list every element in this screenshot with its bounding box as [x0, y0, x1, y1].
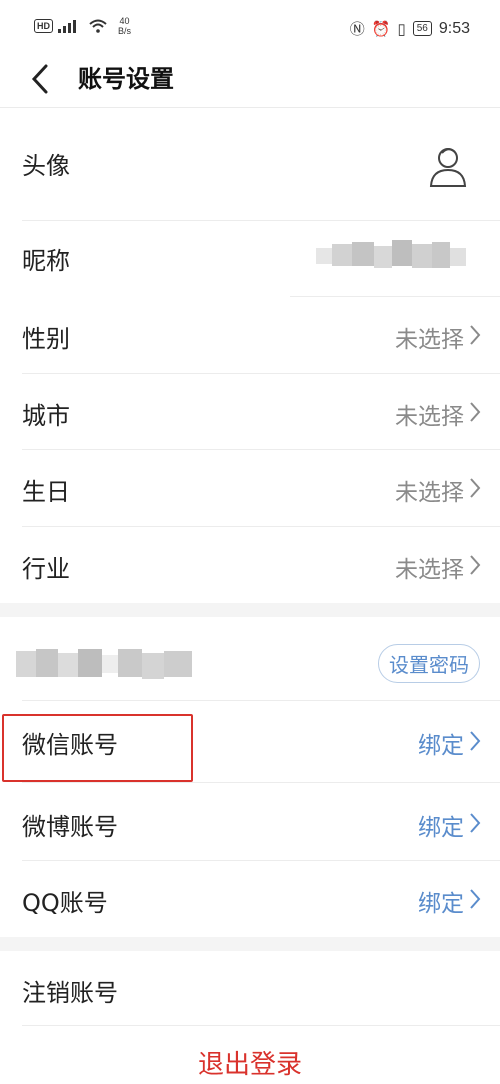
hd-icon: HD	[34, 19, 53, 33]
battery-icon: 56	[412, 21, 432, 36]
row-divider	[22, 1025, 500, 1026]
birthday-value: 未选择	[395, 480, 464, 506]
gender-label: 性别	[22, 325, 70, 353]
chevron-right-icon	[470, 889, 481, 909]
city-label: 城市	[22, 402, 70, 430]
speed-value: 40	[119, 16, 130, 26]
weibo-bind-value: 绑定	[418, 815, 464, 841]
avatar-icon[interactable]	[428, 144, 468, 188]
weibo-row[interactable]: 微博账号 绑定	[0, 783, 500, 861]
industry-value: 未选择	[395, 557, 464, 583]
chevron-right-icon	[470, 325, 481, 345]
status-right: Ⓝ ⏰ ▯ 56 9:53	[350, 18, 470, 39]
logout-button[interactable]: 退出登录	[0, 1044, 500, 1081]
chevron-right-icon	[470, 731, 481, 751]
back-arrow-icon[interactable]	[26, 62, 56, 96]
chevron-right-icon	[470, 555, 481, 575]
section-separator	[0, 937, 500, 951]
section-separator	[0, 603, 500, 617]
highlight-box	[2, 714, 193, 782]
chevron-right-icon	[470, 813, 481, 833]
page-title: 账号设置	[78, 65, 174, 93]
qq-bind-value: 绑定	[418, 891, 464, 917]
header: 账号设置	[0, 56, 500, 108]
network-speed: 40 B/s	[118, 16, 131, 36]
set-password-button[interactable]: 设置密码	[378, 644, 480, 683]
qq-row[interactable]: QQ账号 绑定	[0, 861, 500, 937]
weibo-label: 微博账号	[22, 813, 118, 841]
alarm-icon: ⏰	[371, 20, 391, 38]
nfc-icon: Ⓝ	[349, 21, 365, 38]
wechat-bind-value: 绑定	[418, 733, 464, 759]
birthday-row[interactable]: 生日 未选择	[0, 450, 500, 526]
industry-label: 行业	[22, 555, 70, 583]
status-bar: HD 40 B/s Ⓝ ⏰ ▯ 56 9:53	[0, 0, 500, 56]
cancel-account-label: 注销账号	[22, 979, 118, 1007]
status-time: 9:53	[438, 19, 470, 37]
wifi-icon	[89, 19, 107, 33]
chevron-right-icon	[470, 402, 481, 422]
avatar-label: 头像	[22, 152, 70, 180]
gender-value: 未选择	[395, 327, 464, 353]
industry-row[interactable]: 行业 未选择	[0, 527, 500, 603]
signal-icon	[58, 20, 76, 33]
qq-label: QQ账号	[22, 889, 108, 917]
cancel-account-row[interactable]: 注销账号	[0, 951, 500, 1025]
chevron-right-icon	[470, 478, 481, 498]
nickname-label: 昵称	[22, 247, 70, 275]
avatar-row[interactable]: 头像	[0, 108, 500, 220]
vibrate-icon: ▯	[397, 20, 406, 38]
birthday-label: 生日	[22, 478, 70, 506]
status-left: HD 40 B/s	[34, 16, 131, 36]
phone-blurred-value	[16, 649, 192, 679]
speed-unit: B/s	[118, 26, 132, 36]
nickname-blurred-value	[316, 240, 466, 268]
gender-row[interactable]: 性别 未选择	[0, 297, 500, 373]
city-value: 未选择	[395, 404, 464, 430]
city-row[interactable]: 城市 未选择	[0, 374, 500, 450]
